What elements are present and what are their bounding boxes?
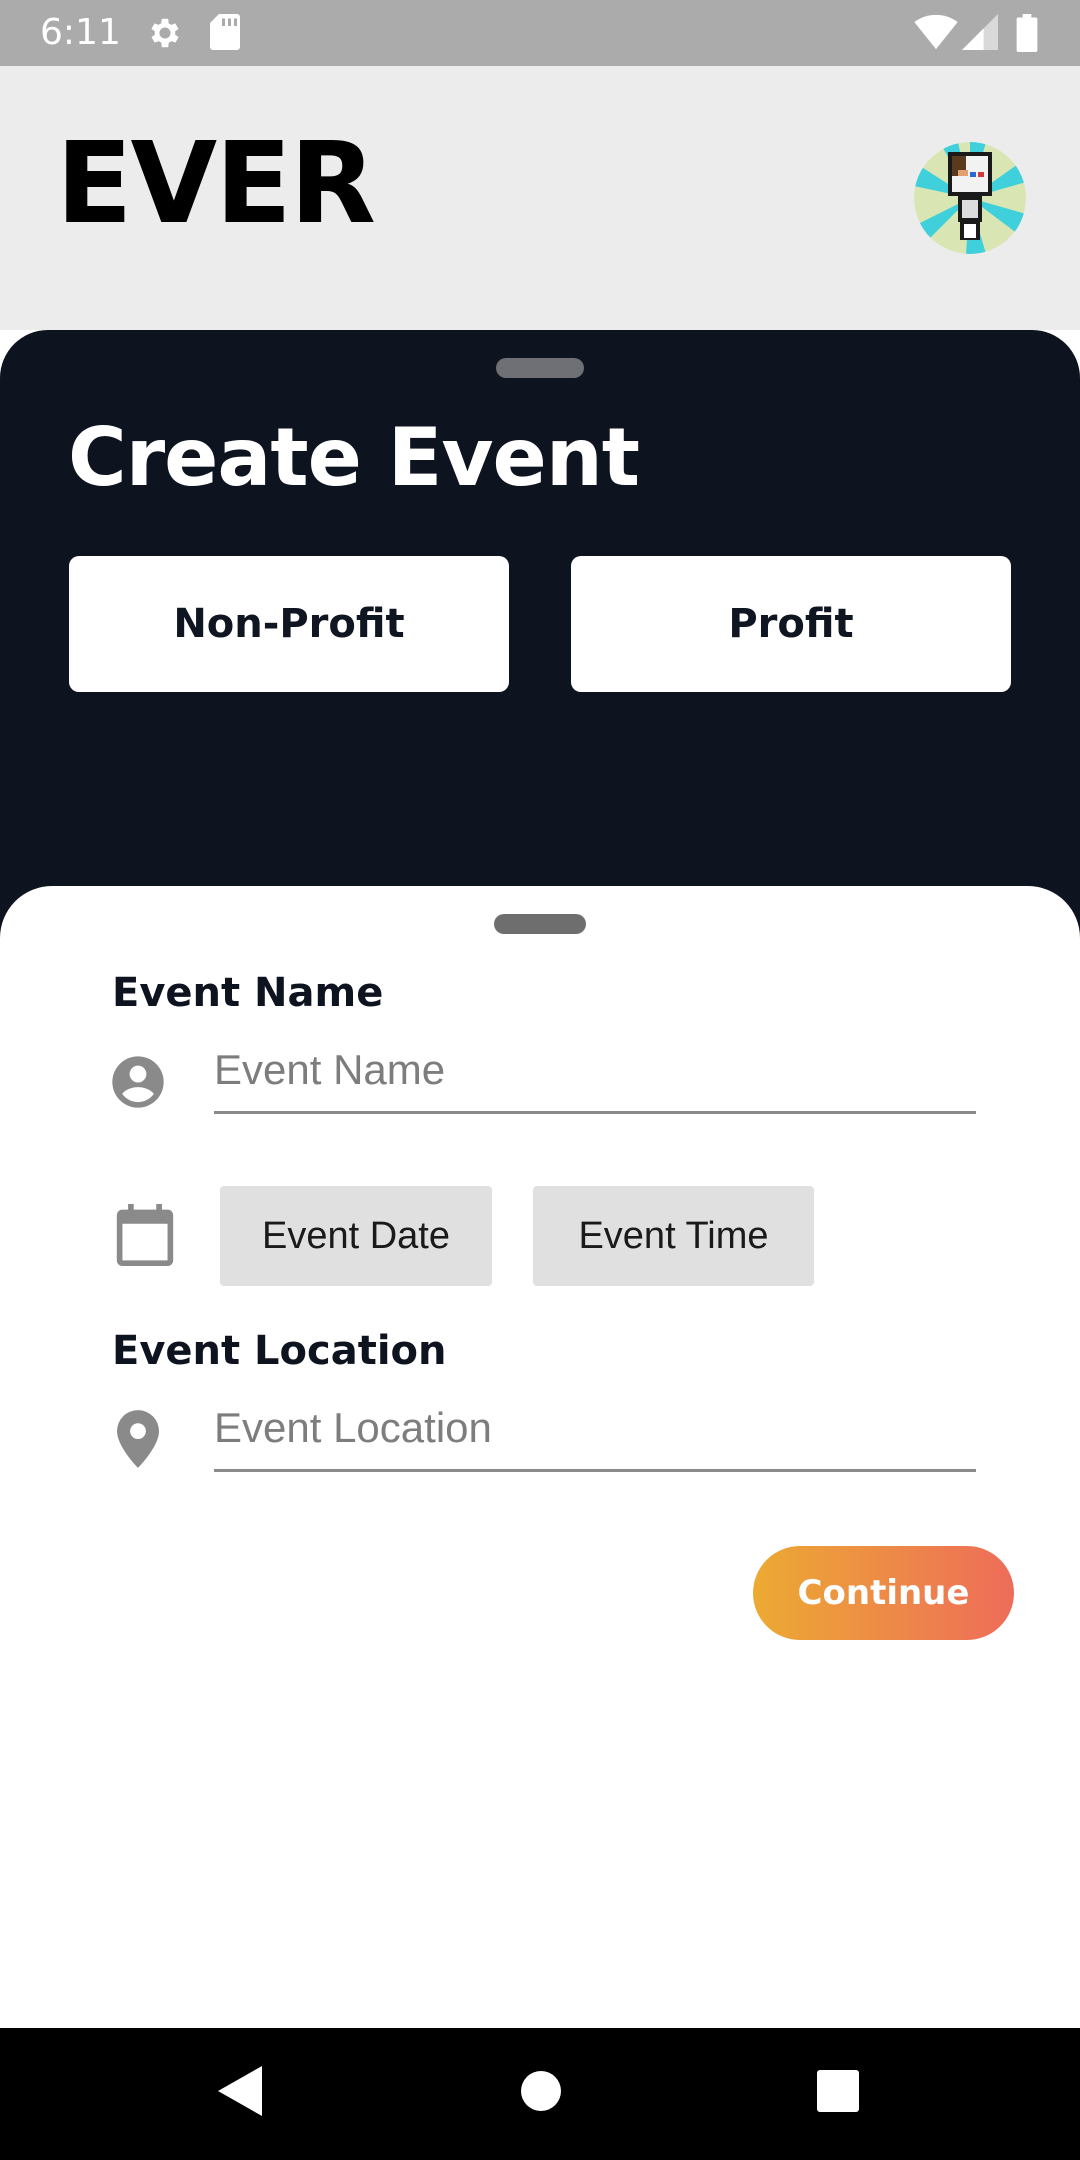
account-circle-icon [110, 1054, 166, 1115]
home-icon[interactable] [520, 2066, 562, 2121]
event-date-button[interactable]: Event Date [220, 1186, 492, 1286]
avatar[interactable] [914, 142, 1026, 254]
profit-button[interactable]: Profit [571, 556, 1011, 692]
settings-icon [146, 14, 184, 57]
battery-icon [1016, 14, 1038, 57]
form-drag-handle[interactable] [494, 914, 586, 934]
calendar-icon [116, 1204, 174, 1271]
sheet-drag-handle[interactable] [496, 358, 584, 378]
non-profit-button[interactable]: Non-Profit [69, 556, 509, 692]
sd-card-icon [210, 14, 240, 55]
create-event-sheet: Create Event Non-Profit Profit [0, 330, 1080, 950]
event-location-label: Event Location [112, 1328, 447, 1374]
app-title: EVER [56, 119, 376, 249]
cellular-icon [962, 14, 998, 55]
status-time: 6:11 [40, 12, 121, 53]
event-name-input[interactable] [214, 1028, 976, 1114]
location-pin-icon [117, 1410, 159, 1473]
back-icon[interactable] [218, 2066, 262, 2121]
app-header: EVER [0, 66, 1080, 330]
sheet-title: Create Event [68, 411, 640, 504]
navigation-bar [0, 2028, 1080, 2160]
event-form-sheet: Event Name Event Date Event Time Event L… [0, 886, 1080, 2028]
continue-button[interactable]: Continue [753, 1546, 1014, 1640]
event-location-input[interactable] [214, 1386, 976, 1472]
recents-icon[interactable] [817, 2066, 859, 2121]
status-bar: 6:11 [0, 0, 1080, 66]
event-name-label: Event Name [112, 970, 384, 1016]
event-time-button[interactable]: Event Time [533, 1186, 814, 1286]
wifi-icon [914, 14, 958, 55]
